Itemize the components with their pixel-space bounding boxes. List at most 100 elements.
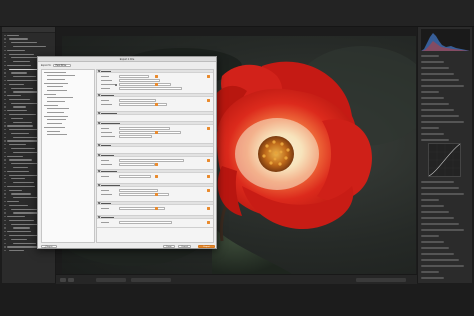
dropdown-arrow-icon[interactable] bbox=[207, 189, 210, 192]
setting-field[interactable] bbox=[119, 75, 149, 78]
develop-control-row[interactable] bbox=[421, 115, 459, 118]
develop-control-row[interactable] bbox=[421, 133, 444, 136]
section-header[interactable] bbox=[97, 122, 213, 126]
color-labels[interactable] bbox=[131, 278, 171, 282]
develop-control-row[interactable] bbox=[421, 193, 464, 196]
dropdown-arrow-icon[interactable] bbox=[155, 207, 158, 210]
folder-item[interactable] bbox=[4, 41, 53, 44]
setting-field[interactable] bbox=[119, 99, 156, 102]
develop-control-row[interactable] bbox=[421, 259, 459, 262]
folder-item[interactable] bbox=[4, 49, 53, 52]
dropdown-arrow-icon[interactable] bbox=[207, 127, 210, 130]
disclosure-triangle-icon bbox=[4, 204, 6, 206]
setting-field[interactable] bbox=[119, 131, 181, 134]
setting-field[interactable] bbox=[119, 163, 155, 166]
develop-control-row[interactable] bbox=[421, 235, 439, 238]
setting-field[interactable] bbox=[119, 79, 160, 82]
folder-item[interactable] bbox=[4, 34, 53, 37]
section-header[interactable] bbox=[97, 94, 213, 98]
section-header[interactable] bbox=[97, 144, 213, 148]
develop-control-row[interactable] bbox=[421, 67, 449, 70]
section-header[interactable] bbox=[97, 216, 213, 220]
develop-control-row[interactable] bbox=[421, 223, 459, 226]
setting-field[interactable] bbox=[119, 103, 167, 106]
rating-flags[interactable] bbox=[96, 278, 126, 282]
dropdown-arrow-icon[interactable] bbox=[207, 159, 210, 162]
develop-control-row[interactable] bbox=[421, 277, 444, 280]
section-header[interactable] bbox=[97, 184, 213, 188]
develop-control-row[interactable] bbox=[421, 91, 439, 94]
section-header[interactable] bbox=[97, 202, 213, 206]
dropdown-arrow-icon[interactable] bbox=[155, 131, 158, 134]
right-panel bbox=[417, 27, 472, 283]
develop-control-row[interactable] bbox=[421, 103, 449, 106]
dropdown-arrow-icon[interactable] bbox=[155, 193, 158, 196]
dropdown-arrow-icon[interactable] bbox=[207, 207, 210, 210]
navigator-header[interactable] bbox=[2, 27, 55, 33]
develop-control-row[interactable] bbox=[421, 109, 454, 112]
plugin-manager-button[interactable]: Plug-in Manager... bbox=[41, 244, 57, 248]
develop-control-row[interactable] bbox=[421, 121, 464, 124]
done-button[interactable]: Done bbox=[163, 244, 175, 248]
dialog-footer: Plug-in Manager... Done Cancel Export bbox=[38, 243, 216, 248]
develop-control-row[interactable] bbox=[421, 85, 464, 88]
cancel-button[interactable]: Cancel bbox=[178, 244, 191, 248]
section-header[interactable] bbox=[97, 154, 213, 158]
folder-item[interactable] bbox=[4, 37, 53, 40]
setting-field[interactable] bbox=[119, 207, 165, 210]
folder-item[interactable] bbox=[4, 249, 53, 252]
tone-curve-icon bbox=[428, 143, 461, 177]
develop-control-row[interactable] bbox=[421, 265, 464, 268]
dropdown-arrow-icon[interactable] bbox=[155, 175, 158, 178]
folder-item[interactable] bbox=[4, 45, 53, 48]
dropdown-arrow-icon[interactable] bbox=[207, 75, 210, 78]
dropdown-arrow-icon[interactable] bbox=[207, 175, 210, 178]
setting-field[interactable] bbox=[119, 193, 169, 196]
section-header[interactable] bbox=[97, 170, 213, 174]
setting-field[interactable] bbox=[119, 189, 158, 192]
develop-control-row[interactable] bbox=[421, 97, 444, 100]
dropdown-arrow-icon[interactable] bbox=[207, 99, 210, 102]
develop-control-row[interactable] bbox=[421, 187, 459, 190]
dropdown-arrow-icon[interactable] bbox=[207, 221, 210, 224]
setting-field[interactable] bbox=[119, 83, 171, 86]
setting-field[interactable] bbox=[119, 221, 172, 224]
dropdown-arrow-icon[interactable] bbox=[155, 163, 158, 166]
checkbox[interactable] bbox=[115, 83, 117, 86]
export-to-select[interactable]: Hard Drive bbox=[53, 63, 72, 68]
dropdown-arrow-icon[interactable] bbox=[155, 75, 158, 78]
compare-view-button[interactable] bbox=[68, 278, 74, 282]
zoom-slider[interactable] bbox=[356, 278, 406, 282]
develop-control-row[interactable] bbox=[421, 217, 454, 220]
develop-control-row[interactable] bbox=[421, 61, 444, 64]
develop-control-row[interactable] bbox=[421, 253, 454, 256]
disclosure-triangle-icon bbox=[4, 166, 6, 169]
dropdown-arrow-icon[interactable] bbox=[155, 103, 158, 106]
develop-control-row[interactable] bbox=[421, 199, 439, 202]
tone-curve[interactable] bbox=[428, 143, 461, 177]
section-header[interactable] bbox=[97, 112, 213, 116]
section-header[interactable] bbox=[97, 70, 213, 74]
setting-field[interactable] bbox=[119, 127, 170, 130]
develop-control-row[interactable] bbox=[421, 211, 449, 214]
dropdown-arrow-icon[interactable] bbox=[155, 83, 158, 86]
develop-control-row[interactable] bbox=[421, 79, 459, 82]
develop-control-row[interactable] bbox=[421, 241, 444, 244]
setting-field[interactable] bbox=[119, 87, 182, 90]
develop-control-row[interactable] bbox=[421, 271, 439, 274]
develop-control-row[interactable] bbox=[421, 139, 449, 142]
develop-control-row[interactable] bbox=[421, 247, 449, 250]
develop-control-row[interactable] bbox=[421, 229, 464, 232]
export-button[interactable]: Export bbox=[198, 244, 215, 248]
develop-control-row[interactable] bbox=[421, 55, 439, 58]
preset-item[interactable] bbox=[44, 133, 92, 136]
develop-control-row[interactable] bbox=[421, 181, 454, 184]
setting-field[interactable] bbox=[119, 175, 151, 178]
setting-field[interactable] bbox=[119, 159, 184, 162]
setting-label bbox=[101, 190, 109, 191]
loupe-view-button[interactable] bbox=[60, 278, 66, 282]
develop-control-row[interactable] bbox=[421, 127, 439, 130]
develop-control-row[interactable] bbox=[421, 205, 444, 208]
setting-field[interactable] bbox=[119, 135, 152, 138]
develop-control-row[interactable] bbox=[421, 73, 454, 76]
